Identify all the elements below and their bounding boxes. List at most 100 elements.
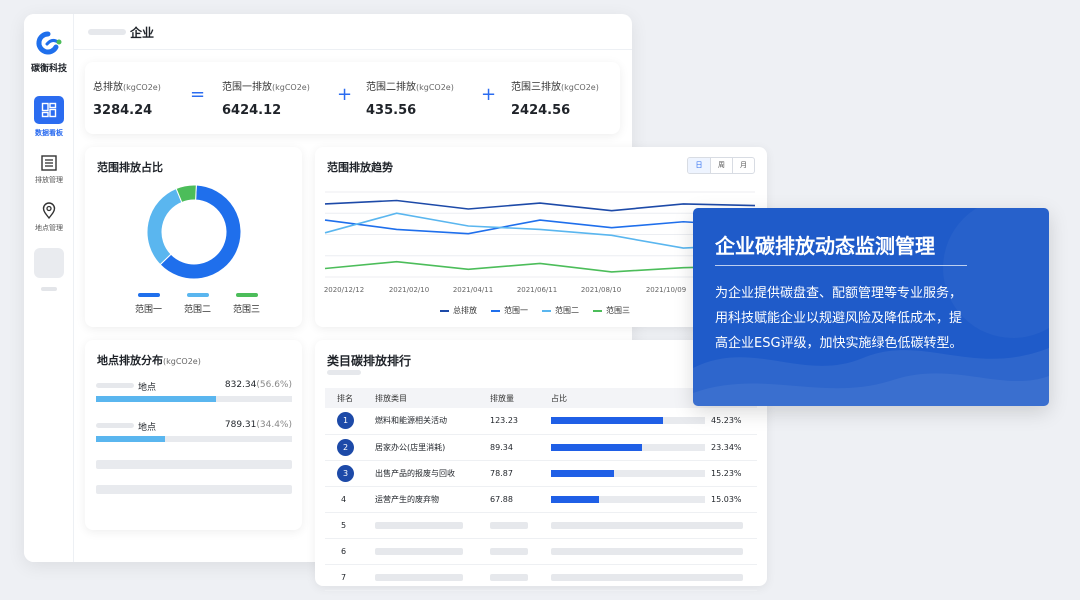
placeholder-bar xyxy=(375,547,463,555)
table-row[interactable]: 5 xyxy=(325,512,757,539)
brand-logo-icon xyxy=(36,31,62,55)
x-tick-label: 2021/06/11 xyxy=(517,286,557,294)
rank-number: 6 xyxy=(341,546,347,556)
share-bar xyxy=(551,469,705,477)
series-line-3 xyxy=(324,212,756,249)
kpi-unit: (kgCO2e) xyxy=(123,83,161,92)
legend-item: 总排放 xyxy=(440,305,477,316)
share-percent: 15.23% xyxy=(711,468,742,478)
rank-number: 4 xyxy=(341,494,347,504)
share-cell: 45.23% xyxy=(539,408,757,435)
donut-chart xyxy=(146,184,242,280)
share-bar xyxy=(551,417,705,425)
table-row[interactable]: 7 xyxy=(325,564,757,591)
card-title: 地点排放分布(kgCO2e) xyxy=(97,352,201,368)
series-line-4 xyxy=(324,260,756,273)
category-cell xyxy=(363,538,478,565)
sidebar-item-emissions[interactable]: 排放管理 xyxy=(24,154,74,185)
location-bar xyxy=(96,396,292,402)
placeholder-bar xyxy=(490,521,528,529)
sidebar-item-label: 排放管理 xyxy=(35,176,63,184)
card-title: 类目碳排放排行 xyxy=(327,354,412,368)
promo-description: 为企业提供碳盘查、配额管理等专业服务， 用科技赋能企业以规避风险及降低成本，提 … xyxy=(715,281,1033,356)
promo-card: 企业碳排放动态监测管理 为企业提供碳盘查、配额管理等专业服务， 用科技赋能企业以… xyxy=(693,208,1049,406)
rank-number: 5 xyxy=(341,520,347,530)
table-row[interactable]: 1 燃料和能源相关活动 123.23 45.23% xyxy=(325,408,757,435)
x-tick-label: 2021/02/10 xyxy=(389,286,429,294)
kpi-total: 总排放(kgCO2e) 3284.24 xyxy=(93,78,161,118)
legend-item: 范围二 xyxy=(542,305,579,316)
sidebar-item-dashboard[interactable]: 数据看板 xyxy=(24,96,74,138)
share-cell: 15.23% xyxy=(539,460,757,487)
category-cell xyxy=(363,512,478,539)
share-cell: 15.03% xyxy=(539,486,757,513)
promo-headline: 企业碳排放动态监测管理 xyxy=(715,234,935,258)
ranking-table: 排名 排放类目 排放量 占比 1 燃料和能源相关活动 123.23 45.23% 2 居家… xyxy=(325,388,757,591)
column-header: 排名 xyxy=(325,388,363,408)
legend-label: 总排放 xyxy=(453,306,477,315)
plus-operator: + xyxy=(481,84,497,105)
brand-name: 碳衡科技 xyxy=(30,64,67,74)
table-row[interactable]: 3 出售产品的报废与回收 78.87 15.23% xyxy=(325,460,757,487)
location-percent: (34.4%) xyxy=(256,420,292,430)
placeholder-bar xyxy=(551,573,743,581)
dashboard-icon xyxy=(41,102,57,118)
x-tick-label: 2021/10/09 xyxy=(646,286,686,294)
location-value: 832.34(56.6%) xyxy=(225,380,292,390)
location-bar-fill xyxy=(96,396,216,402)
sidebar: 碳衡科技 数据看板 排放管理 地点管理 xyxy=(24,14,74,562)
column-header: 排放量 xyxy=(478,388,539,408)
scope-share-card: 范围排放占比 范围一 范围二 范围三 xyxy=(85,147,302,327)
share-percent: 45.23% xyxy=(711,416,742,426)
location-name-placeholder xyxy=(96,423,134,428)
rank-cell: 1 xyxy=(325,408,363,435)
placeholder-bar xyxy=(490,573,528,581)
rank-badge: 3 xyxy=(337,464,354,482)
breadcrumb-placeholder xyxy=(88,29,126,35)
card-title: 范围排放占比 xyxy=(97,161,163,174)
share-percent: 15.03% xyxy=(711,494,742,504)
share-bar-fill xyxy=(551,469,615,477)
kpi-label: 总排放 xyxy=(93,82,123,93)
share-bar-fill xyxy=(551,443,642,451)
legend-label: 范围三 xyxy=(606,306,630,315)
amount-cell xyxy=(478,512,539,539)
sidebar-placeholder-bar xyxy=(41,287,57,291)
category-cell: 燃料和能源相关活动 xyxy=(363,408,478,435)
x-tick-label: 2021/04/11 xyxy=(453,286,493,294)
rank-cell: 5 xyxy=(325,512,363,539)
sidebar-item-locations[interactable]: 地点管理 xyxy=(24,202,74,233)
placeholder-bar xyxy=(490,547,528,555)
series-line-2 xyxy=(324,219,756,235)
legend-label: 范围二 xyxy=(184,305,212,315)
rank-badge: 2 xyxy=(337,438,354,456)
location-bar xyxy=(96,436,292,442)
amount-cell: 78.87 xyxy=(478,460,539,487)
legend-item: 范围二 xyxy=(184,293,211,315)
share-percent: 23.34% xyxy=(711,442,742,452)
kpi-unit: (kgCO2e) xyxy=(561,83,599,92)
legend-item: 范围一 xyxy=(135,293,162,315)
kpi-scope1: 范围一排放(kgCO2e) 6424.12 xyxy=(222,78,310,118)
trend-legend: 总排放 范围一 范围二 范围三 xyxy=(440,305,630,316)
table-row[interactable]: 4 运营产生的废弃物 67.88 15.03% xyxy=(325,486,757,513)
x-tick-label: 2021/08/10 xyxy=(581,286,621,294)
share-bar xyxy=(551,443,705,451)
category-cell: 居家办公(店里消耗) xyxy=(363,434,478,461)
kpi-value: 3284.24 xyxy=(93,103,153,118)
location-name: 地点 xyxy=(138,423,157,433)
kpi-label: 范围三排放 xyxy=(511,82,561,93)
sidebar-placeholder xyxy=(34,248,64,278)
equals-operator: = xyxy=(190,84,206,105)
table-row[interactable]: 6 xyxy=(325,538,757,565)
table-row[interactable]: 2 居家办公(店里消耗) 89.34 23.34% xyxy=(325,434,757,461)
rank-cell: 7 xyxy=(325,564,363,591)
legend-label: 范围二 xyxy=(555,306,579,315)
amount-cell xyxy=(478,538,539,565)
legend-label: 范围一 xyxy=(135,305,163,315)
kpi-label: 范围二排放 xyxy=(366,82,416,93)
x-tick-label: 2020/12/12 xyxy=(324,286,364,294)
placeholder-bar xyxy=(551,521,743,529)
location-card: 地点排放分布(kgCO2e) 地点 832.34(56.6%) 地点 789.3… xyxy=(85,340,302,530)
top-bar: 企业 xyxy=(74,14,632,50)
